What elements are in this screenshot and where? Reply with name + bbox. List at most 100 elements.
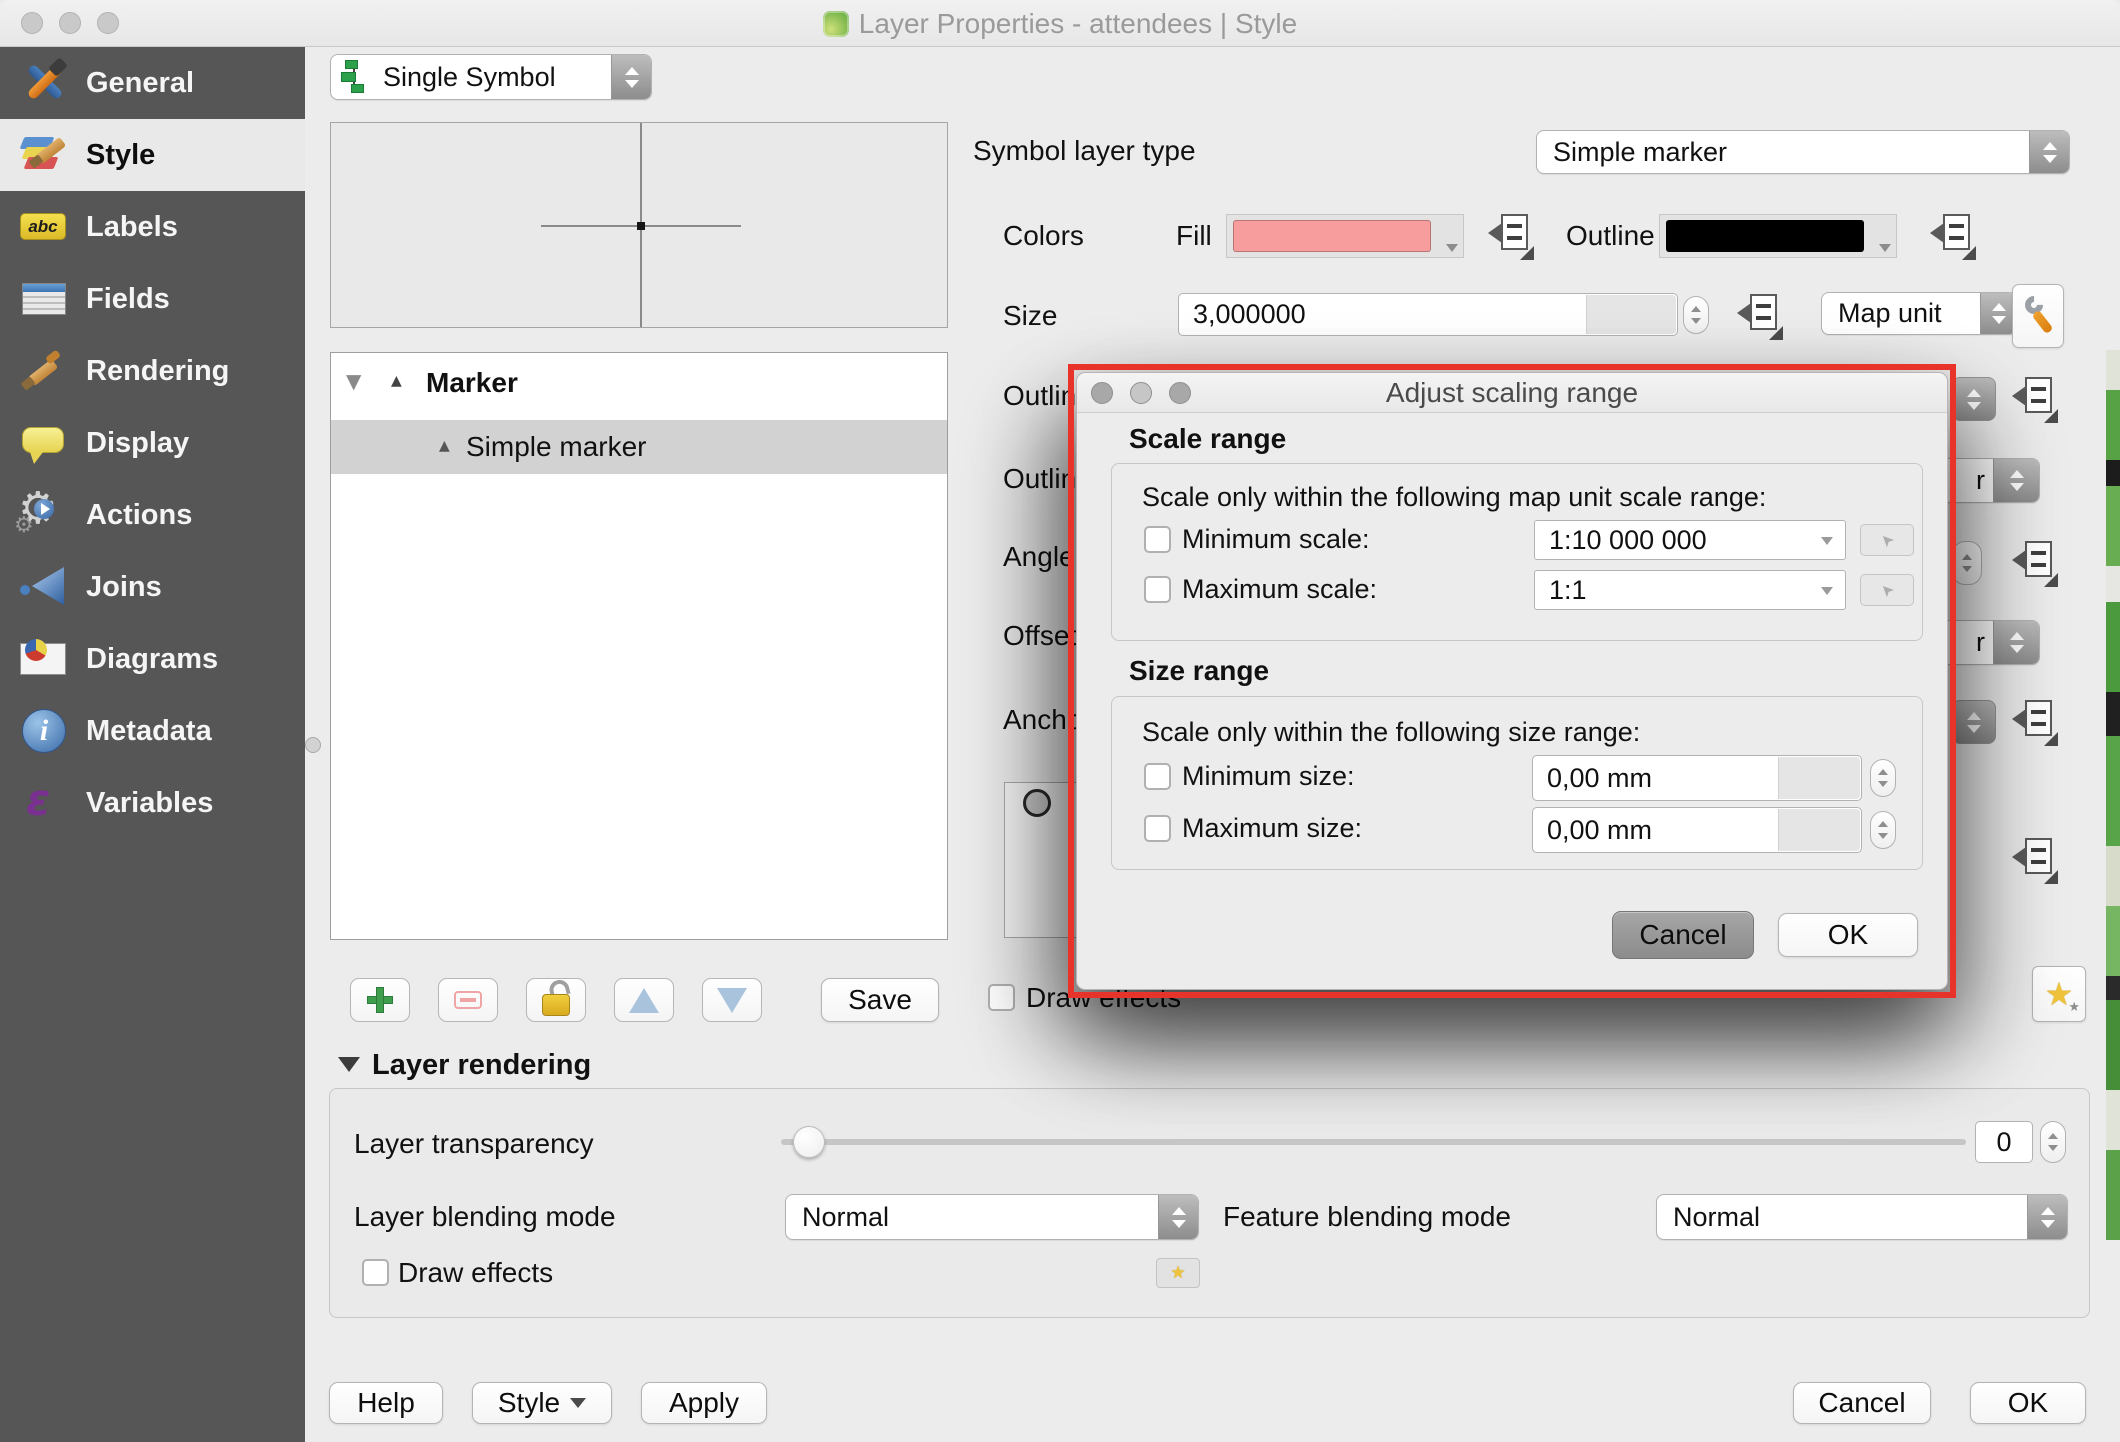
sidebar-item-fields[interactable]: Fields [0,263,305,335]
symbol-preview [330,122,948,328]
sidebar-item-style[interactable]: Style [0,119,305,191]
outline-style-data-defined-button[interactable] [2012,377,2058,423]
minus-icon [454,991,482,1009]
anchor2-data-defined-button[interactable] [2012,838,2058,884]
offset-unit-arrows[interactable] [1993,621,2039,664]
outline-color-dropdown-icon[interactable] [1879,244,1891,252]
sidebar-item-joins[interactable]: Joins [0,551,305,623]
size-label: Size [1003,300,1057,332]
outline-label: Outline [1566,220,1655,252]
anchor-label: Ancho [1003,704,1082,736]
tree-item-marker[interactable]: ▼ ▲ Marker [331,353,947,413]
outline-width-unit-arrows[interactable] [1993,459,2039,502]
maximum-size-label: Maximum size: [1182,813,1362,844]
layer-draw-effects-checkbox[interactable] [362,1259,389,1286]
symbol-layer-type-select[interactable]: Simple marker [1536,130,2070,174]
transparency-stepper[interactable] [2040,1121,2066,1163]
move-layer-down-button[interactable] [702,978,762,1022]
maximum-size-input[interactable]: 0,00 mm [1532,807,1862,853]
outline-style-label: Outlin [1003,380,1076,412]
dialog-cancel-button[interactable]: Cancel [1612,911,1754,959]
sidebar-item-metadata[interactable]: i Metadata [0,695,305,767]
scale-range-heading: Scale range [1129,423,1286,455]
anchor-data-defined-button[interactable] [2012,700,2058,746]
symbol-layer-type-arrows[interactable] [2029,131,2069,173]
maximum-scale-checkbox[interactable] [1144,576,1171,603]
outline-style-select-arrows[interactable] [1952,377,1996,421]
properties-sidebar: General Style abc Labels Fields Renderin… [0,47,305,1442]
outline-color-button[interactable] [1659,214,1897,258]
fill-color-button[interactable] [1226,214,1464,258]
plus-icon [367,987,393,1013]
cancel-button[interactable]: Cancel [1793,1382,1931,1424]
maximum-size-checkbox[interactable] [1144,815,1171,842]
transparency-slider-track[interactable] [781,1139,1966,1145]
move-layer-up-button[interactable] [614,978,674,1022]
minimum-scale-picker-button[interactable]: ➤ [1860,524,1914,556]
brush-icon [20,347,68,395]
remove-symbol-layer-button[interactable] [438,978,498,1022]
sidebar-item-general[interactable]: General [0,47,305,119]
size-input[interactable]: 3,000000 [1178,293,1678,336]
tree-item-simple-marker[interactable]: ▲ Simple marker [331,420,947,474]
maximum-scale-dropdown-icon[interactable] [1821,587,1833,595]
maximum-scale-combo[interactable]: 1:1 [1534,570,1846,610]
size-unit-select[interactable]: Map unit [1821,292,2017,335]
scale-range-hint: Scale only within the following map unit… [1142,482,1766,513]
outline-data-defined-button[interactable] [1930,214,1976,260]
apply-button[interactable]: Apply [641,1382,767,1424]
size-data-defined-button[interactable] [1737,294,1783,340]
minimum-size-input[interactable]: 0,00 mm [1532,755,1862,801]
symbol-draw-effects-checkbox[interactable] [988,984,1015,1011]
symbol-effects-button[interactable]: ★ ★ [2032,966,2086,1022]
minimum-size-stepper[interactable] [1870,759,1896,797]
epsilon-icon: ε [20,779,68,827]
layer-rendering-collapse-icon[interactable] [338,1057,360,1072]
anchor-marker-icon [1023,789,1051,817]
minimum-scale-checkbox[interactable] [1144,526,1171,553]
fill-label: Fill [1176,220,1212,252]
layer-blending-arrows[interactable] [1158,1195,1198,1239]
minimum-scale-combo[interactable]: 1:10 000 000 [1534,520,1846,560]
table-icon [20,275,68,323]
minimum-size-checkbox[interactable] [1144,763,1171,790]
layer-blending-select[interactable]: Normal [785,1194,1199,1240]
size-unit-arrows[interactable] [1980,293,2016,334]
renderer-select-arrows[interactable] [611,55,651,99]
colors-label: Colors [1003,220,1084,252]
angle-data-defined-button[interactable] [2012,541,2058,587]
sidebar-item-variables[interactable]: ε Variables [0,767,305,839]
dialog-ok-button[interactable]: OK [1778,913,1918,957]
down-arrow-icon [717,988,747,1013]
sidebar-item-labels[interactable]: abc Labels [0,191,305,263]
sidebar-item-rendering[interactable]: Rendering [0,335,305,407]
dialog-title: Adjust scaling range [1077,373,1947,413]
feature-blending-arrows[interactable] [2027,1195,2067,1239]
ok-button[interactable]: OK [1970,1382,2086,1424]
sidebar-item-actions[interactable]: ⚙⚙ Actions [0,479,305,551]
feature-blending-select[interactable]: Normal [1656,1194,2068,1240]
adjust-scaling-range-button[interactable] [2012,284,2064,348]
style-menu-button[interactable]: Style [472,1382,612,1424]
lock-layer-button[interactable] [526,978,586,1022]
dialog-titlebar[interactable]: Adjust scaling range [1077,373,1947,413]
minimum-scale-dropdown-icon[interactable] [1821,537,1833,545]
angle-stepper[interactable] [1952,541,1982,585]
layer-effects-button[interactable]: ★ [1156,1258,1200,1288]
maximum-size-stepper[interactable] [1870,811,1896,849]
fill-color-dropdown-icon[interactable] [1446,244,1458,252]
splitter-handle[interactable] [305,737,321,753]
save-symbol-button[interactable]: Save [821,978,939,1022]
help-button[interactable]: Help [329,1382,443,1424]
fill-data-defined-button[interactable] [1488,214,1534,260]
renderer-select[interactable]: Single Symbol [330,54,652,100]
window-titlebar: Layer Properties - attendees | Style [0,0,2120,47]
anchor-select-arrows[interactable] [1952,700,1996,744]
sidebar-item-diagrams[interactable]: Diagrams [0,623,305,695]
add-symbol-layer-button[interactable] [350,978,410,1022]
maximum-scale-picker-button[interactable]: ➤ [1860,574,1914,606]
transparency-slider-knob[interactable] [793,1126,825,1158]
size-stepper[interactable] [1683,296,1709,334]
sidebar-item-display[interactable]: Display [0,407,305,479]
transparency-value-input[interactable]: 0 [1975,1121,2033,1163]
